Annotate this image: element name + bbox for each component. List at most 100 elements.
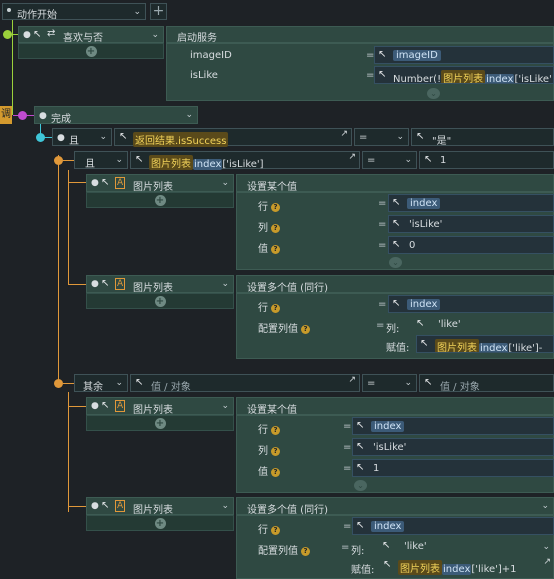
cursor-icon: ↖	[392, 298, 401, 309]
condition-left-input[interactable]: ↖ 返回结果.isSuccess ↗	[114, 128, 352, 147]
variable-chip: imageID	[393, 50, 441, 61]
list-chip: 图片列表	[398, 560, 442, 575]
action-header: 设置某个值	[236, 397, 554, 416]
equals-sign: =	[378, 198, 387, 209]
table-icon: A	[115, 500, 126, 512]
value-input[interactable]: ↖ 0	[388, 236, 554, 254]
add-action-button[interactable]: +	[86, 515, 234, 531]
islike-input[interactable]: ↖ Number(! 图片列表 index['isLike'	[374, 66, 554, 84]
param-label: 值	[258, 467, 268, 478]
variable-chip: index	[371, 521, 405, 532]
column-input[interactable]: ↖ 'like' ⌄	[378, 538, 554, 556]
cursor-icon: ↖	[392, 239, 401, 250]
column-input[interactable]: ↖ 'isLike'	[352, 438, 554, 456]
variable-chip: index	[407, 198, 441, 209]
operator-select[interactable]: = ⌄	[362, 374, 417, 392]
chevron-down-icon: ⌄	[542, 542, 550, 552]
chevron-down-icon: ⌄	[133, 6, 141, 17]
equals-sign: =	[376, 320, 385, 331]
chevron-down-icon: ⌄	[185, 110, 193, 120]
help-icon: ?	[271, 468, 280, 477]
param-label: 行	[258, 202, 268, 213]
value-label: 'isLike'	[373, 442, 407, 453]
logic-select[interactable]: 且 ⌄	[74, 151, 128, 170]
cursor-icon: ↖	[356, 520, 365, 531]
plus-icon: +	[154, 418, 166, 429]
cursor-icon: ↖	[383, 559, 392, 570]
table-icon: A	[115, 278, 126, 290]
cursor-icon: ↖	[356, 441, 365, 452]
expand-icon[interactable]: ⌄	[427, 88, 440, 99]
cursor-icon: ↖	[424, 154, 433, 165]
connector	[68, 182, 86, 183]
target-label: 图片列表	[133, 505, 173, 516]
assign-input[interactable]: ↖ 图片列表 index['like']+1 ↗	[380, 557, 554, 575]
help-icon: ?	[271, 224, 280, 233]
logic-op: 其余	[83, 382, 103, 393]
chevron-down-icon: ⌄	[221, 279, 229, 289]
row-input[interactable]: ↖ index	[352, 417, 554, 435]
action-label: 设置多个值 (同行)	[247, 283, 328, 294]
column-key: 列:	[386, 324, 400, 335]
bullet-icon: ●	[91, 279, 99, 289]
expand-icon[interactable]: ⌄	[389, 257, 402, 268]
condition-right-input[interactable]: ↖ 1	[419, 151, 554, 169]
callback-block[interactable]: ● 完成 ⌄	[34, 106, 198, 125]
expand-icon: ↗	[543, 557, 551, 567]
expand-icon[interactable]: ⌄	[354, 480, 367, 491]
action-block[interactable]: ● ↖ A 图片列表 ⌄	[86, 275, 234, 294]
bullet-icon: ●	[91, 501, 99, 511]
add-action-button[interactable]: +	[18, 43, 164, 59]
orange-dot-icon	[54, 156, 63, 165]
cursor-icon: ↖	[135, 154, 144, 165]
plus-icon: +	[85, 46, 97, 57]
logic-select[interactable]: 其余 ⌄	[74, 374, 128, 393]
action-block[interactable]: ● ↖ A 图片列表 ⌄	[86, 397, 234, 416]
row-input[interactable]: ↖ index	[388, 295, 554, 313]
chevron-down-icon: ⌄	[221, 178, 229, 188]
expr-tail: ['like']+1	[471, 564, 517, 575]
cursor-icon: ↖	[356, 420, 365, 431]
event-select[interactable]: 动作开始 ⌄	[2, 3, 146, 21]
action-block[interactable]: ● ↖ ⇄ 喜欢与否 ⌄	[18, 26, 164, 44]
param-label: 行	[258, 525, 268, 536]
equals-sign: =	[343, 442, 352, 453]
value-input[interactable]: ↖ 1	[352, 459, 554, 477]
action-label: 喜欢与否	[63, 33, 103, 44]
condition-right-input[interactable]: ↖ "是"	[411, 128, 554, 147]
plus-icon: +	[154, 296, 166, 307]
chevron-down-icon: ⌄	[396, 132, 404, 142]
connector	[68, 284, 86, 285]
param-label: 列	[258, 446, 268, 457]
operator-select[interactable]: = ⌄	[354, 128, 409, 146]
cursor-icon: ↖	[378, 49, 387, 60]
operator-select[interactable]: = ⌄	[362, 151, 417, 169]
column-input[interactable]: ↖ 'isLike'	[388, 215, 554, 233]
bullet-icon: ●	[91, 401, 99, 411]
add-action-button[interactable]: +	[86, 415, 234, 431]
row-input[interactable]: ↖ index	[388, 194, 554, 212]
condition-left-input[interactable]: ↖ 图片列表 index['isLike'] ↗	[130, 151, 360, 170]
add-event-button[interactable]: +	[150, 3, 167, 20]
action-block[interactable]: ● ↖ A 图片列表 ⌄	[86, 497, 234, 516]
assign-key: 赋值:	[386, 343, 410, 354]
expr-prefix: Number(!	[393, 74, 442, 84]
event-label: 动作开始	[17, 10, 57, 21]
target-label: 图片列表	[133, 405, 173, 416]
row-input[interactable]: ↖ index	[352, 517, 554, 535]
imageid-input[interactable]: ↖ imageID	[374, 46, 554, 64]
add-action-button[interactable]: +	[86, 192, 234, 208]
add-action-button[interactable]: +	[86, 293, 234, 309]
param-label: 行	[258, 303, 268, 314]
logic-select[interactable]: ● 且 ⌄	[52, 128, 112, 147]
column-input[interactable]: ↖ 'like'	[412, 316, 554, 334]
cursor-icon: ↖	[416, 318, 425, 329]
cursor-icon: ↖	[416, 131, 425, 142]
cursor-icon: ↖	[424, 377, 433, 388]
assign-input[interactable]: ↖ 图片列表 index['like']-	[416, 335, 554, 353]
condition-right-input[interactable]: ↖ 值 / 对象	[419, 374, 554, 393]
logic-op: 且	[85, 159, 95, 170]
action-block[interactable]: ● ↖ A 图片列表 ⌄	[86, 174, 234, 193]
cursor-icon: ↖	[101, 278, 110, 289]
condition-left-input[interactable]: ↖ 值 / 对象 ↗	[130, 374, 360, 393]
